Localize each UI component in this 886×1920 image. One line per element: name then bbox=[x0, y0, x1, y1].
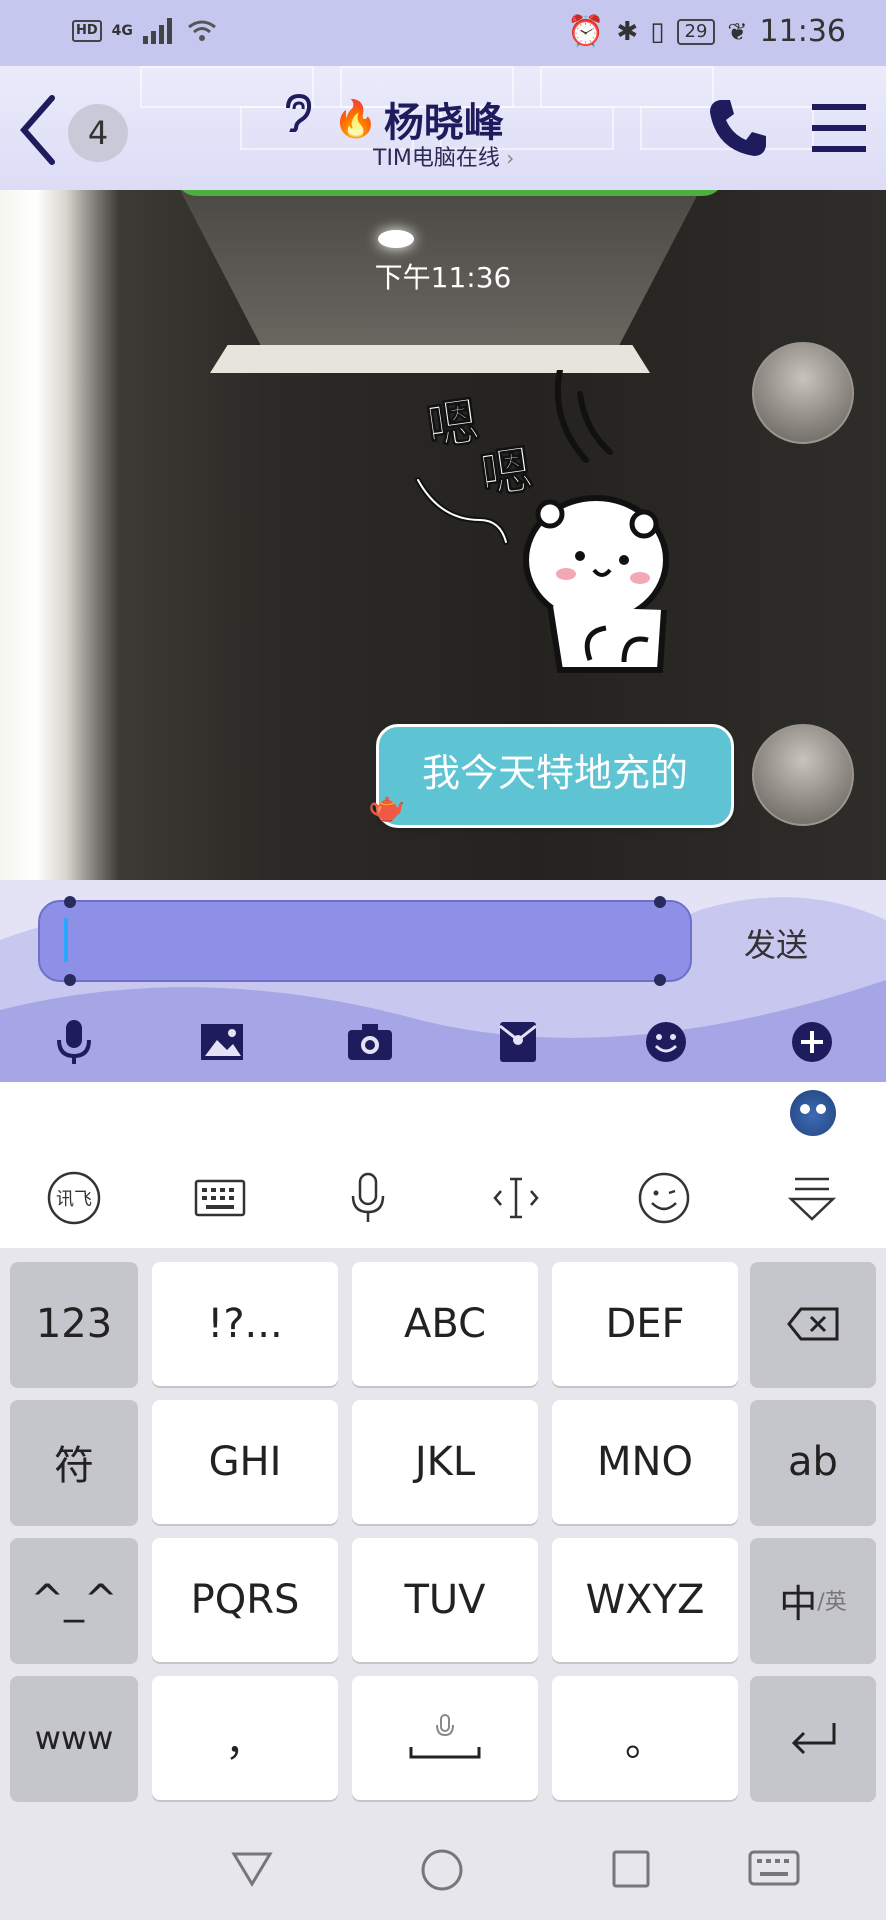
phone-icon[interactable] bbox=[706, 96, 770, 160]
back-triangle-icon[interactable] bbox=[230, 1848, 274, 1888]
unread-badge[interactable]: 4 bbox=[68, 104, 128, 162]
key-emoticon[interactable]: ^_^ bbox=[10, 1538, 138, 1662]
input-panel: 发送 bbox=[0, 880, 886, 1082]
message-timestamp: 下午11:36 bbox=[374, 261, 512, 294]
recents-square-icon[interactable] bbox=[610, 1848, 652, 1890]
voice-icon[interactable] bbox=[44, 1012, 104, 1072]
key-abc[interactable]: ABC bbox=[352, 1262, 538, 1386]
background-shelf bbox=[210, 345, 650, 373]
space-icon bbox=[409, 1714, 481, 1759]
key-pqrs[interactable]: PQRS bbox=[152, 1538, 338, 1662]
key-ghi[interactable]: GHI bbox=[152, 1400, 338, 1524]
key-symbols[interactable]: 符 bbox=[10, 1400, 138, 1524]
key-def[interactable]: DEF bbox=[552, 1262, 738, 1386]
ime-logo-icon[interactable]: 讯飞 bbox=[44, 1168, 104, 1228]
key-punctuation[interactable]: !?... bbox=[152, 1262, 338, 1386]
key-123[interactable]: 123 bbox=[10, 1262, 138, 1386]
chat-messages[interactable]: 下午11:36 嗯 嗯 我今天特地充的 🫖 bbox=[0, 190, 886, 880]
plus-icon[interactable] bbox=[782, 1012, 842, 1072]
vibrate-icon: ▯ bbox=[650, 16, 665, 47]
battery-indicator: 29 bbox=[676, 18, 716, 45]
backspace-icon bbox=[787, 1307, 839, 1341]
backspace-key[interactable] bbox=[750, 1262, 876, 1386]
key-wxyz[interactable]: WXYZ bbox=[552, 1538, 738, 1662]
key-mno[interactable]: MNO bbox=[552, 1400, 738, 1524]
key-ab[interactable]: ab bbox=[750, 1400, 876, 1524]
fire-icon: 🔥 bbox=[333, 99, 378, 140]
system-navigation-bar bbox=[0, 1820, 886, 1920]
red-packet-icon[interactable] bbox=[488, 1012, 548, 1072]
send-button[interactable]: 发送 bbox=[744, 920, 808, 966]
status-bar: HD 4G ⏰ ✱ ▯ 29 ❦ 11:36 bbox=[0, 0, 886, 66]
alarm-icon: ⏰ bbox=[567, 14, 605, 49]
space-key[interactable] bbox=[352, 1676, 538, 1800]
sticker-bear[interactable]: 嗯 嗯 bbox=[410, 370, 730, 690]
keyboard-toggle-icon[interactable] bbox=[748, 1848, 800, 1888]
key-www[interactable]: www bbox=[10, 1676, 138, 1800]
sticker-text: 嗯 bbox=[423, 392, 483, 459]
text-cursor bbox=[64, 918, 68, 962]
message-input[interactable] bbox=[38, 896, 692, 986]
key-comma[interactable]: ， bbox=[152, 1676, 338, 1800]
menu-icon[interactable] bbox=[812, 102, 866, 154]
signal-icon bbox=[142, 18, 172, 44]
chevron-right-icon: › bbox=[499, 146, 515, 170]
bluetooth-icon: ✱ bbox=[616, 16, 639, 47]
previous-message-bubble[interactable] bbox=[175, 190, 725, 196]
clock: 11:36 bbox=[759, 14, 846, 49]
network-indicator: 4G bbox=[111, 23, 133, 39]
avatar[interactable] bbox=[752, 724, 854, 826]
key-language-switch[interactable]: 中/英 bbox=[750, 1538, 876, 1662]
image-icon[interactable] bbox=[192, 1012, 252, 1072]
online-status[interactable]: TIM电脑在线 › bbox=[373, 140, 514, 172]
message-bubble[interactable]: 我今天特地充的 bbox=[376, 724, 734, 828]
key-jkl[interactable]: JKL bbox=[352, 1400, 538, 1524]
key-tuv[interactable]: TUV bbox=[352, 1538, 538, 1662]
chat-toolbar bbox=[0, 1012, 886, 1082]
microphone-icon[interactable] bbox=[338, 1168, 398, 1228]
keyboard-mascot-icon[interactable] bbox=[790, 1090, 836, 1136]
home-circle-icon[interactable] bbox=[420, 1848, 464, 1892]
background-lamp bbox=[378, 230, 414, 248]
chat-header: 4 🔥 杨晓峰 TIM电脑在线 › bbox=[0, 66, 886, 192]
keyboard-suggestion-bar bbox=[0, 1082, 886, 1145]
emoji-icon[interactable] bbox=[636, 1012, 696, 1072]
camera-icon[interactable] bbox=[340, 1012, 400, 1072]
emoji-icon[interactable] bbox=[634, 1168, 694, 1228]
hd-indicator: HD bbox=[72, 20, 102, 42]
wifi-icon bbox=[187, 20, 216, 41]
enter-key[interactable] bbox=[750, 1676, 876, 1800]
keyboard-icon[interactable] bbox=[190, 1168, 250, 1228]
ear-icon[interactable] bbox=[280, 92, 314, 141]
hide-keyboard-icon[interactable] bbox=[782, 1168, 842, 1228]
svg-text:讯飞: 讯飞 bbox=[56, 1189, 92, 1210]
teapot-icon: 🫖 bbox=[368, 790, 406, 825]
avatar[interactable] bbox=[752, 342, 854, 444]
enter-icon bbox=[791, 1723, 836, 1755]
cursor-move-icon[interactable] bbox=[486, 1168, 546, 1228]
leaf-icon: ❦ bbox=[727, 17, 748, 46]
back-icon[interactable] bbox=[16, 94, 60, 166]
keyboard-toolbar: 讯飞 bbox=[0, 1144, 886, 1248]
svg-text:嗯: 嗯 bbox=[477, 440, 537, 507]
key-period[interactable]: 。 bbox=[552, 1676, 738, 1800]
t9-keyboard: 123 !?... ABC DEF 符 GHI JKL MNO ab ^_^ P… bbox=[0, 1248, 886, 1820]
